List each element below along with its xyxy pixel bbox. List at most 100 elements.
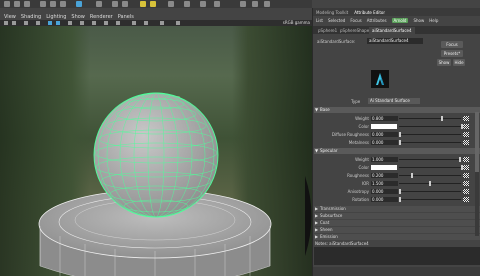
aa-icon[interactable]: [116, 21, 120, 25]
map-button-icon[interactable]: [463, 132, 469, 137]
specular-color-slider[interactable]: [399, 167, 461, 168]
ipr-render-icon[interactable]: [122, 1, 128, 7]
anisotropy-field[interactable]: 0.000: [371, 189, 398, 194]
slider-knob[interactable]: [399, 132, 401, 137]
lights-icon[interactable]: [80, 21, 84, 25]
sphere-mesh[interactable]: [93, 92, 219, 218]
slider-knob[interactable]: [429, 181, 431, 186]
layout-icon[interactable]: [240, 1, 246, 7]
menu-panels[interactable]: Panels: [118, 14, 134, 20]
section-sheen[interactable]: ▶ Sheen: [314, 227, 480, 233]
menu-show-ae[interactable]: Show: [413, 18, 424, 23]
type-dropdown[interactable]: Ai Standard Surface: [368, 98, 420, 104]
shadows-icon[interactable]: [92, 21, 96, 25]
base-color-slider[interactable]: [399, 126, 461, 127]
roughness-slider[interactable]: [399, 175, 461, 176]
smooth-shade-icon[interactable]: [56, 21, 60, 25]
map-button-icon[interactable]: [463, 189, 469, 194]
roughness-field[interactable]: 0.200: [371, 173, 398, 178]
tab-modeling-toolkit[interactable]: Modeling Toolkit: [316, 10, 348, 15]
section-base[interactable]: ▼ Base: [314, 107, 480, 113]
wireframe-icon[interactable]: [48, 21, 52, 25]
map-button-icon[interactable]: [463, 173, 469, 178]
render-icon[interactable]: [112, 1, 118, 7]
base-weight-field[interactable]: 0.800: [371, 116, 398, 121]
slider-knob[interactable]: [399, 140, 401, 145]
specular-weight-field[interactable]: 1.000: [371, 157, 398, 162]
section-emission[interactable]: ▶ Emission: [314, 234, 480, 240]
map-button-icon[interactable]: [463, 165, 469, 170]
tab-attribute-editor[interactable]: Attribute Editor: [354, 10, 385, 15]
map-button-icon[interactable]: [463, 197, 469, 202]
grid-toggle-icon[interactable]: [36, 21, 40, 25]
bookmark-icon[interactable]: [12, 21, 16, 25]
slider-knob[interactable]: [399, 197, 401, 202]
lasso-tool-icon[interactable]: [14, 1, 20, 7]
camera-select-icon[interactable]: [4, 21, 8, 25]
select-tool-icon[interactable]: [4, 1, 10, 7]
scrollbar-thumb[interactable]: [475, 112, 479, 172]
image-plane-icon[interactable]: [24, 21, 28, 25]
xray-icon[interactable]: [144, 21, 148, 25]
section-coat[interactable]: ▶ Coat: [314, 220, 480, 226]
menu-list[interactable]: List: [316, 18, 323, 23]
section-transmission[interactable]: ▶ Transmission: [314, 206, 480, 212]
show-button[interactable]: Show: [437, 59, 451, 66]
ior-field[interactable]: 1.500: [371, 181, 398, 186]
menu-renderer[interactable]: Renderer: [90, 14, 113, 20]
metalness-field[interactable]: 0.000: [371, 140, 398, 145]
menu-view[interactable]: View: [4, 14, 16, 20]
arnold-mode-badge[interactable]: Arnold: [391, 18, 409, 23]
specular-weight-slider[interactable]: [399, 159, 461, 160]
tab-aistandardsurface4[interactable]: aiStandardSurface4: [369, 27, 415, 34]
snap-grid-icon[interactable]: [40, 1, 46, 7]
hide-button[interactable]: Hide: [453, 59, 465, 66]
sculpt-icon[interactable]: [214, 1, 220, 7]
menu-attributes[interactable]: Attributes: [367, 18, 387, 23]
slider-knob[interactable]: [459, 157, 461, 162]
slider-knob[interactable]: [441, 116, 443, 121]
presets-button[interactable]: Presets*: [441, 50, 463, 57]
color-space-label[interactable]: sRGB gamma: [283, 20, 310, 25]
magnet-icon[interactable]: [76, 1, 82, 7]
menu-shading[interactable]: Shading: [21, 14, 41, 20]
pin-icon[interactable]: [200, 1, 206, 7]
specular-color-swatch[interactable]: [371, 165, 397, 170]
node-name-field[interactable]: aiStandardSurface4: [367, 38, 423, 44]
map-button-icon[interactable]: [463, 157, 469, 162]
camera-icon[interactable]: [168, 1, 174, 7]
notes-textarea[interactable]: [314, 247, 480, 265]
rotation-slider[interactable]: [399, 199, 461, 200]
isolate-icon[interactable]: [132, 21, 136, 25]
map-button-icon[interactable]: [463, 124, 469, 129]
attribute-scrollbar[interactable]: [475, 112, 479, 236]
map-button-icon[interactable]: [463, 181, 469, 186]
snap-curve-icon[interactable]: [50, 1, 56, 7]
menu-selected[interactable]: Selected: [328, 18, 345, 23]
menu-show[interactable]: Show: [71, 14, 85, 20]
history-icon[interactable]: [96, 1, 102, 7]
menu-lighting[interactable]: Lighting: [46, 14, 66, 20]
map-button-icon[interactable]: [463, 116, 469, 121]
textured-icon[interactable]: [68, 21, 72, 25]
xray-joints-icon[interactable]: [160, 21, 164, 25]
menu-focus[interactable]: Focus: [350, 18, 361, 23]
grid-icon[interactable]: [184, 1, 190, 7]
focus-button[interactable]: Focus: [441, 41, 463, 48]
menu-help[interactable]: Help: [429, 18, 438, 23]
map-button-icon[interactable]: [463, 140, 469, 145]
slider-knob[interactable]: [399, 189, 401, 194]
base-weight-slider[interactable]: [399, 118, 461, 119]
arnold-icon[interactable]: [140, 1, 146, 7]
3d-viewport[interactable]: [0, 26, 312, 276]
xray-active-icon[interactable]: [176, 21, 180, 25]
ao-icon[interactable]: [104, 21, 108, 25]
anisotropy-slider[interactable]: [399, 191, 461, 192]
snap-point-icon[interactable]: [60, 1, 66, 7]
slider-knob[interactable]: [411, 173, 413, 178]
section-subsurface[interactable]: ▶ Subsurface: [314, 213, 480, 219]
light-icon[interactable]: [150, 1, 156, 7]
paint-tool-icon[interactable]: [24, 1, 30, 7]
channel-box-icon[interactable]: [264, 1, 270, 7]
rotation-field[interactable]: 0.000: [371, 197, 398, 202]
